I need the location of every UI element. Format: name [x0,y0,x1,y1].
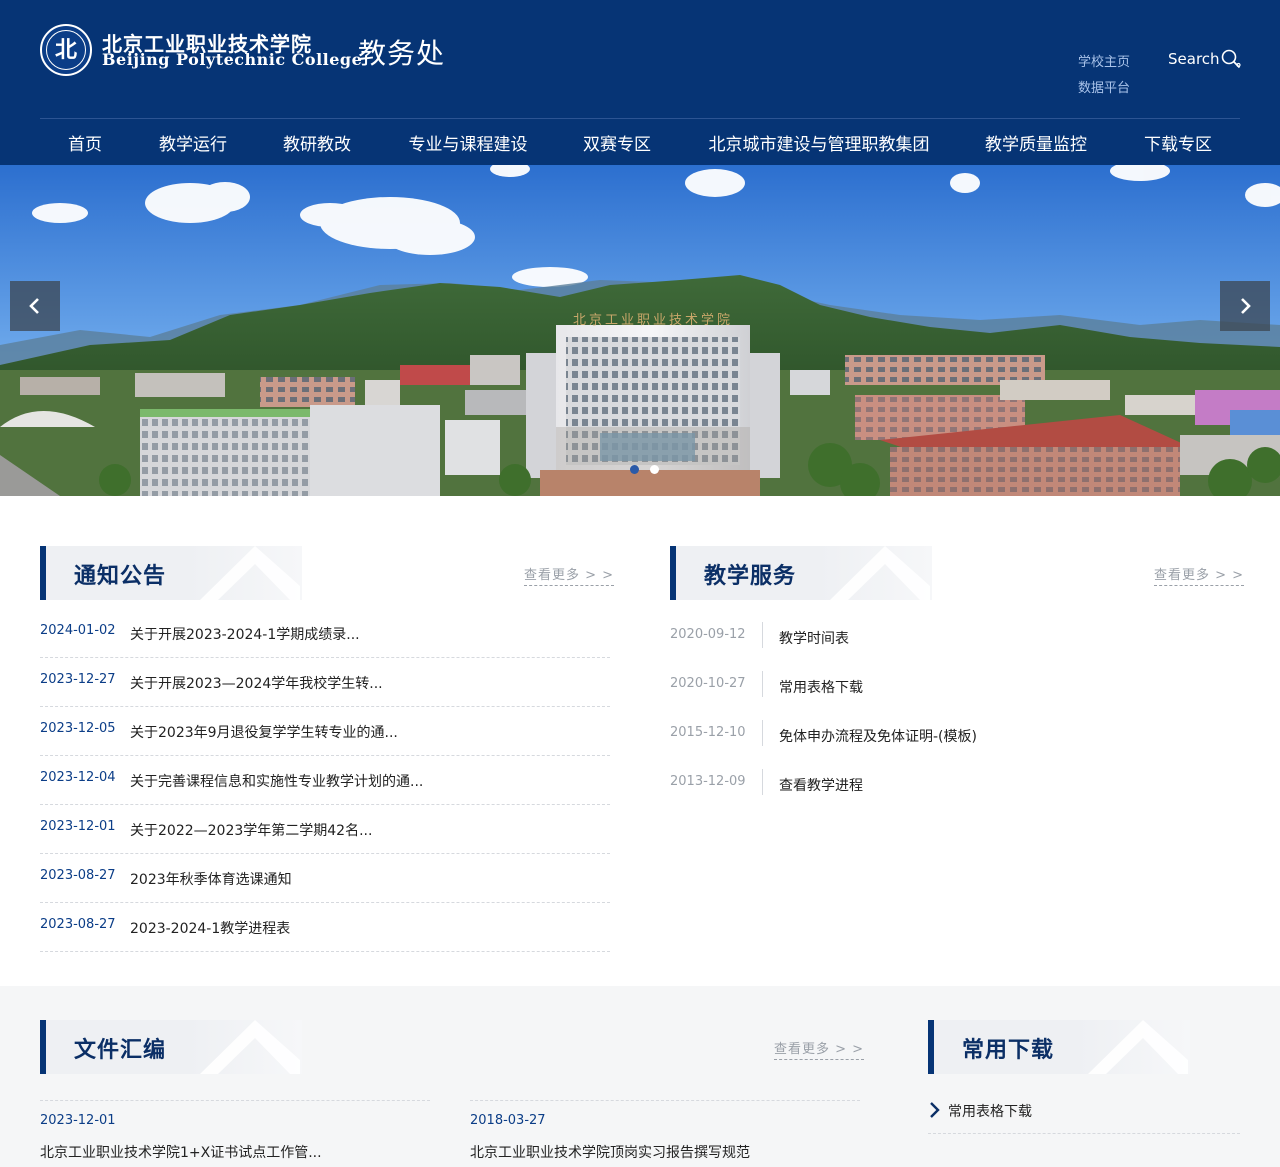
service-title[interactable]: 常用表格下载 [779,677,863,697]
files-section-header: 文件汇编 查看更多 > > [40,1020,865,1074]
search-label[interactable]: Search [1168,50,1220,68]
notice-row[interactable]: 2023-08-27 2023年秋季体育选课通知 [40,854,610,903]
building-sign: 北京工业职业技术学院 [573,312,733,328]
dept-title: 教务处 [358,37,446,70]
campus-banner: 北京工业职业技术学院 [0,165,1280,496]
downloads-section-header: 常用下载 [928,1020,1240,1074]
notice-row[interactable]: 2023-12-27 关于开展2023—2024学年我校学生转... [40,658,610,707]
notices-title: 通知公告 [74,564,167,589]
services-section-header: 教学服务 查看更多 > > [670,546,1245,600]
notice-row[interactable]: 2023-12-05 关于2023年9月退役复学学生转专业的通... [40,707,610,756]
chevron-decoration-icon [830,546,930,600]
nav-item-downloads[interactable]: 下载专区 [1144,119,1212,165]
banner-dot-2-active[interactable] [650,465,659,474]
notice-date: 2023-12-27 [40,672,116,687]
notice-row[interactable]: 2023-12-01 关于2022—2023学年第二学期42名... [40,805,610,854]
data-platform-link[interactable]: 数据平台 [1078,77,1130,96]
service-divider [762,671,763,697]
nav-item-teaching-reform[interactable]: 教研教改 [283,119,351,165]
nav-item-competitions[interactable]: 双赛专区 [583,119,651,165]
school-home-link[interactable]: 学校主页 [1078,51,1130,70]
nav-item-teaching-operation[interactable]: 教学运行 [159,119,227,165]
notice-row[interactable]: 2024-01-02 关于开展2023-2024-1学期成绩录... [40,609,610,658]
college-logo-icon[interactable]: 北 [40,24,92,76]
notice-title[interactable]: 2023年秋季体育选课通知 [130,869,292,889]
service-divider [762,769,763,795]
service-row[interactable]: 2020-10-27 常用表格下载 [670,660,1240,709]
notice-date: 2023-12-01 [40,819,116,834]
chevron-right-icon [1241,298,1251,314]
file-divider [470,1100,860,1101]
notice-title[interactable]: 关于完善课程信息和实施性专业教学计划的通... [130,771,423,791]
campus-photo: 北京工业职业技术学院 [0,165,1280,496]
notice-row[interactable]: 2023-08-27 2023-2024-1教学进程表 [40,903,610,952]
service-title[interactable]: 查看教学进程 [779,775,863,795]
search-icon[interactable] [1221,49,1241,69]
service-title[interactable]: 教学时间表 [779,628,849,648]
service-date: 2015-12-10 [670,725,746,740]
files-title: 文件汇编 [74,1038,167,1063]
bottom-section [0,986,1280,1167]
chevron-decoration-icon [1088,1020,1188,1074]
downloads-title: 常用下载 [962,1038,1055,1063]
file-date: 2023-12-01 [40,1113,116,1128]
notice-title[interactable]: 关于开展2023—2024学年我校学生转... [130,673,383,693]
services-title: 教学服务 [704,564,797,589]
banner-next-button[interactable] [1220,281,1270,331]
file-divider [40,1100,430,1101]
nav-item-home[interactable]: 首页 [68,119,102,165]
notice-date: 2023-08-27 [40,868,116,883]
notices-more-link[interactable]: 查看更多 > > [524,564,615,586]
service-date: 2020-09-12 [670,627,746,642]
download-label[interactable]: 常用表格下载 [948,1101,1032,1121]
notice-title[interactable]: 2023-2024-1教学进程表 [130,918,290,938]
nav-item-major-course[interactable]: 专业与课程建设 [409,119,528,165]
download-item[interactable]: 常用表格下载 [928,1098,1240,1134]
banner-prev-button[interactable] [10,281,60,331]
logo-text-en[interactable]: Beijing Polytechnic College [102,50,362,69]
service-divider [762,622,763,648]
site-header: 北 北京工业职业技术学院 Beijing Polytechnic College… [0,0,1280,165]
file-date: 2018-03-27 [470,1113,546,1128]
chevron-left-icon [29,298,39,314]
chevron-decoration-icon [200,546,300,600]
service-date: 2020-10-27 [670,676,746,691]
banner-dot-1[interactable] [630,465,639,474]
notice-date: 2023-08-27 [40,917,116,932]
service-date: 2013-12-09 [670,774,746,789]
notice-date: 2024-01-02 [40,623,116,638]
service-row[interactable]: 2020-09-12 教学时间表 [670,611,1240,660]
service-row[interactable]: 2013-12-09 查看教学进程 [670,758,1240,807]
nav-item-quality-monitoring[interactable]: 教学质量监控 [985,119,1087,165]
main-nav: 首页 教学运行 教研教改 专业与课程建设 双赛专区 北京城市建设与管理职教集团 … [40,119,1240,165]
notice-date: 2023-12-05 [40,721,116,736]
service-title[interactable]: 免体申办流程及免体证明-(模板) [779,726,977,746]
notices-section-header: 通知公告 查看更多 > > [40,546,615,600]
files-more-link[interactable]: 查看更多 > > [774,1038,865,1060]
nav-item-vocational-group[interactable]: 北京城市建设与管理职教集团 [709,119,930,165]
notice-row[interactable]: 2023-12-04 关于完善课程信息和实施性专业教学计划的通... [40,756,610,805]
chevron-right-icon [930,1102,940,1118]
services-more-link[interactable]: 查看更多 > > [1154,564,1245,586]
notice-date: 2023-12-04 [40,770,116,785]
chevron-decoration-icon [200,1020,300,1074]
notice-title[interactable]: 关于2022—2023学年第二学期42名... [130,820,372,840]
file-title[interactable]: 北京工业职业技术学院1+X证书试点工作管... [40,1142,322,1162]
service-divider [762,720,763,746]
service-row[interactable]: 2015-12-10 免体申办流程及免体证明-(模板) [670,709,1240,758]
notice-title[interactable]: 关于开展2023-2024-1学期成绩录... [130,624,360,644]
file-title[interactable]: 北京工业职业技术学院顶岗实习报告撰写规范 [470,1142,750,1162]
notice-title[interactable]: 关于2023年9月退役复学学生转专业的通... [130,722,398,742]
